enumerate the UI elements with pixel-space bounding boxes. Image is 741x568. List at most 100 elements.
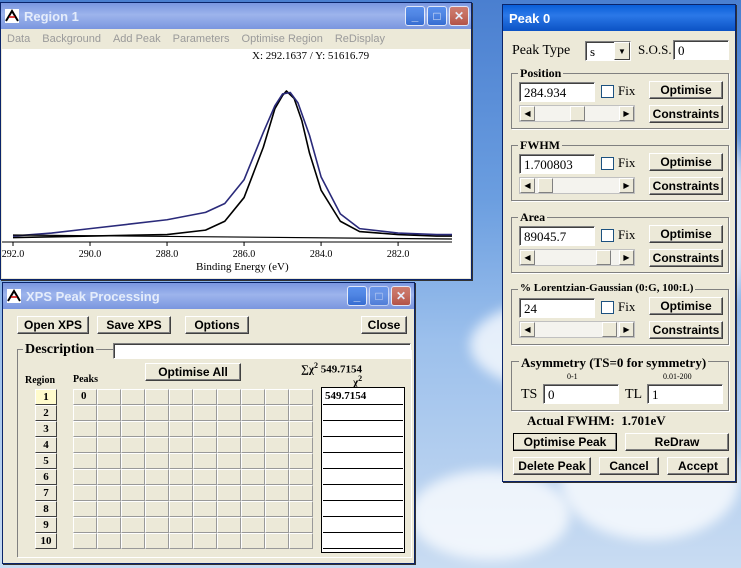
peak-cell[interactable] [169,421,193,437]
peak-cell[interactable] [289,501,313,517]
lg-slider[interactable]: ◀ ▶ [519,321,635,338]
peak-cell[interactable] [145,405,169,421]
peak-cell[interactable] [169,533,193,549]
peak-cell[interactable] [121,389,145,405]
peak-cell[interactable] [289,485,313,501]
maximize-icon[interactable]: □ [369,286,389,306]
area-fix-checkbox[interactable] [601,229,614,242]
region-row-header[interactable]: 8 [35,501,57,517]
position-slider[interactable]: ◀ ▶ [519,105,635,122]
lg-input[interactable]: 24 [519,298,595,318]
peak-cell[interactable] [193,405,217,421]
lg-optimise-button[interactable]: Optimise [649,297,723,315]
peak-cell[interactable] [241,517,265,533]
peak-cell[interactable] [265,533,289,549]
peak-cell[interactable] [121,453,145,469]
peak-cell[interactable] [217,453,241,469]
peak-cell[interactable] [241,389,265,405]
peak-cell[interactable] [121,421,145,437]
peak-cell[interactable] [73,405,97,421]
cancel-button[interactable]: Cancel [599,457,659,475]
fwhm-input[interactable]: 1.700803 [519,154,595,174]
region-row-header[interactable]: 7 [35,485,57,501]
peak-cell[interactable] [193,501,217,517]
peak-cell[interactable] [145,421,169,437]
region-row-header[interactable]: 5 [35,453,57,469]
delete-peak-button[interactable]: Delete Peak [513,457,591,475]
tl-input[interactable]: 1 [647,384,723,404]
close-button[interactable]: Close [361,316,407,334]
peak-cell[interactable] [73,421,97,437]
peak-cell[interactable] [145,389,169,405]
peak-cell[interactable] [97,517,121,533]
peak-cell[interactable] [193,453,217,469]
peak-cell[interactable] [97,437,121,453]
peak-cell[interactable] [73,533,97,549]
minimize-icon[interactable]: _ [405,6,425,26]
region-row-header[interactable]: 1 [35,389,57,405]
fwhm-slider[interactable]: ◀ ▶ [519,177,635,194]
peak-cell[interactable] [193,517,217,533]
region-row-header[interactable]: 6 [35,469,57,485]
region-window-titlebar[interactable]: Region 1 _ □ ✕ [1,3,471,29]
menu-background[interactable]: Background [42,33,101,45]
peak-cell[interactable] [193,533,217,549]
peak-cell[interactable] [241,469,265,485]
peak-cell[interactable] [289,437,313,453]
peak-cell[interactable] [217,405,241,421]
peak-cell[interactable] [169,405,193,421]
slider-thumb[interactable] [538,178,553,193]
peak-cell[interactable] [193,421,217,437]
peak-cell[interactable] [121,501,145,517]
peak-cell[interactable] [73,437,97,453]
menu-redisplay[interactable]: ReDisplay [335,33,385,45]
peak-cell[interactable] [217,469,241,485]
peak-cell[interactable] [217,389,241,405]
scroll-left-icon[interactable]: ◀ [520,178,535,193]
peak-cell[interactable] [97,469,121,485]
plot-area[interactable]: X: 292.1637 / Y: 51616.79 292.0 290.0 288.… [2,49,470,278]
scroll-right-icon[interactable]: ▶ [619,106,634,121]
peak-cell[interactable] [145,517,169,533]
peak-cell[interactable] [289,421,313,437]
slider-thumb[interactable] [602,322,617,337]
optimise-peak-button[interactable]: Optimise Peak [513,433,617,451]
scroll-right-icon[interactable]: ▶ [619,322,634,337]
accept-button[interactable]: Accept [667,457,729,475]
scroll-left-icon[interactable]: ◀ [520,250,535,265]
fwhm-optimise-button[interactable]: Optimise [649,153,723,171]
menu-data[interactable]: Data [7,33,30,45]
region-row-header[interactable]: 2 [35,405,57,421]
peak-cell[interactable] [73,453,97,469]
peak-cell[interactable] [193,437,217,453]
peak-cell[interactable] [217,421,241,437]
optimise-all-button[interactable]: Optimise All [145,363,241,381]
position-fix-checkbox[interactable] [601,85,614,98]
ts-input[interactable]: 0 [543,384,619,404]
peak-cell[interactable] [121,469,145,485]
peak-cell[interactable] [217,485,241,501]
scroll-right-icon[interactable]: ▶ [619,178,634,193]
slider-thumb[interactable] [570,106,585,121]
menu-optimise-region[interactable]: Optimise Region [242,33,323,45]
close-icon[interactable]: ✕ [449,6,469,26]
peak-cell[interactable] [73,469,97,485]
peak-cell[interactable] [265,453,289,469]
peak-cell[interactable] [97,501,121,517]
fwhm-fix-checkbox[interactable] [601,157,614,170]
peak-cell[interactable] [241,501,265,517]
peak-cell[interactable] [169,517,193,533]
peak-cell[interactable] [193,469,217,485]
peak-cell[interactable] [73,501,97,517]
region-row-header[interactable]: 4 [35,437,57,453]
open-xps-button[interactable]: Open XPS [17,316,89,334]
peak-cell[interactable] [265,389,289,405]
peak-cell[interactable] [265,437,289,453]
lg-fix-checkbox[interactable] [601,301,614,314]
slider-thumb[interactable] [596,250,611,265]
peak-cell[interactable] [265,517,289,533]
peak-cell[interactable] [169,485,193,501]
peak-cell[interactable] [289,533,313,549]
peak-cell[interactable] [121,405,145,421]
position-constraints-button[interactable]: Constraints [649,105,723,123]
